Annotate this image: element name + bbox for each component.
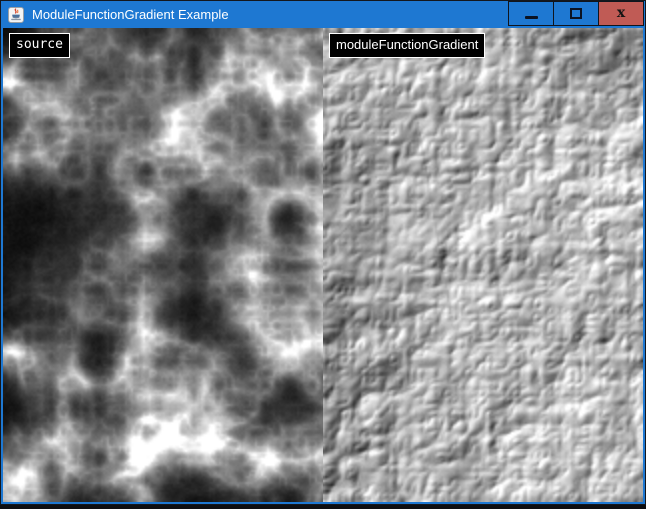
close-button[interactable]: x — [598, 1, 644, 26]
content-area: source moduleFunctionGradient — [3, 28, 643, 502]
app-window: ModuleFunctionGradient Example x source — [0, 0, 646, 505]
window-title: ModuleFunctionGradient Example — [32, 1, 509, 28]
source-label: source — [9, 33, 70, 58]
gradient-image-panel: moduleFunctionGradient — [323, 28, 643, 502]
titlebar[interactable]: ModuleFunctionGradient Example x — [1, 1, 645, 28]
java-coffee-cup-icon — [8, 7, 24, 23]
gradient-label-text: moduleFunctionGradient — [336, 37, 478, 52]
gradient-noise-image — [323, 28, 643, 502]
gradient-label: moduleFunctionGradient — [329, 33, 485, 58]
minimize-button[interactable] — [508, 1, 554, 26]
close-icon: x — [617, 6, 625, 20]
minimize-icon — [525, 16, 538, 19]
source-label-text: source — [16, 37, 63, 52]
maximize-button[interactable] — [553, 1, 599, 26]
source-image-panel: source — [3, 28, 323, 502]
source-noise-image — [3, 28, 323, 502]
maximize-icon — [570, 8, 582, 19]
window-shadow — [0, 505, 646, 509]
screenshot-frame: ModuleFunctionGradient Example x source — [0, 0, 646, 509]
window-controls: x — [509, 1, 645, 28]
